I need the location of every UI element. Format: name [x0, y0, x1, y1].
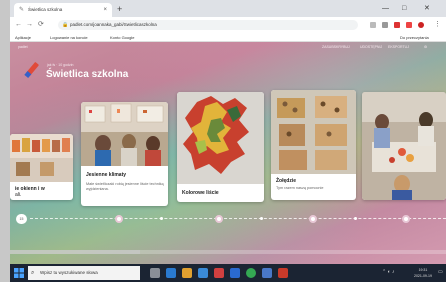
post-subtitle: ali.: [15, 192, 22, 198]
timeline-dot[interactable]: [115, 215, 123, 223]
extension-icon[interactable]: [370, 22, 376, 28]
subscribe-button[interactable]: ZASUBSKRYBUJ: [322, 45, 350, 50]
close-tab-icon[interactable]: ×: [103, 3, 107, 17]
post-image: [10, 134, 73, 182]
timeline: 15: [10, 214, 446, 224]
post-image: [362, 92, 446, 200]
timeline-dot[interactable]: [215, 215, 223, 223]
post-title: Jesienne klimaty: [86, 172, 127, 178]
post-card[interactable]: [362, 92, 446, 200]
clock[interactable]: 19:31 2021-09-19: [414, 267, 432, 279]
timeline-dot[interactable]: [402, 215, 410, 223]
post-card[interactable]: Jesienne klimaty Małe świetliczaki robią…: [81, 102, 168, 206]
bookmark-google[interactable]: Konto Google: [110, 33, 134, 42]
tab-active[interactable]: ✎ Świetlica szkolna ×: [14, 3, 112, 17]
post-title: Żołędzie: [276, 178, 297, 184]
post-card[interactable]: ie okienn i w ali.: [10, 134, 73, 200]
post-image: [81, 102, 168, 166]
address-bar: ← → ⟳ 🔒 padlet.com/joannaka_gabi/Swietli…: [10, 17, 446, 33]
post-title: Kolorowe liście: [182, 190, 219, 196]
tab-bar: ✎ Świetlica szkolna × + — □ ✕: [10, 0, 446, 17]
timeline-tick: [354, 217, 357, 220]
timeline-start[interactable]: 15: [16, 214, 27, 224]
board-author: jak fs · 10 godzin: [47, 63, 74, 67]
store-icon[interactable]: [198, 268, 208, 278]
notification-icon[interactable]: ▭: [438, 269, 443, 275]
padlet-board: padlet ZASUBSKRYBUJ UDOSTĘPNIJ EKSPORTUJ…: [10, 42, 446, 264]
profile-avatar[interactable]: [418, 22, 424, 28]
horizontal-scrollbar[interactable]: [10, 250, 446, 254]
mail-icon[interactable]: [230, 268, 240, 278]
post-image: [271, 90, 356, 174]
new-tab-button[interactable]: +: [117, 2, 122, 16]
clock-date: 2021-09-19: [414, 274, 432, 278]
search-icon: ⌕: [31, 270, 35, 276]
lock-icon: 🔒: [62, 22, 69, 28]
post-image: [177, 92, 264, 184]
padlet-brand[interactable]: padlet: [18, 45, 28, 50]
url-text: padlet.com/joannaka_gabi/Swietlicaszkoln…: [70, 22, 157, 27]
windows-start-icon[interactable]: [14, 268, 24, 278]
browser-window: ✎ Świetlica szkolna × + — □ ✕ ← → ⟳ 🔒 pa…: [10, 0, 446, 282]
minimize-button[interactable]: —: [382, 0, 389, 17]
url-field[interactable]: 🔒 padlet.com/joannaka_gabi/Swietlicaszko…: [58, 20, 358, 30]
post-card[interactable]: Żołędzie Tym razem naszą pomocnie: [271, 90, 356, 200]
close-window-button[interactable]: ✕: [424, 0, 430, 17]
menu-icon[interactable]: ⋮: [434, 17, 441, 33]
extension-icon[interactable]: [394, 22, 400, 28]
reload-icon[interactable]: ⟳: [38, 17, 44, 33]
extension-icon[interactable]: [382, 22, 388, 28]
pencil-logo-icon: [24, 62, 39, 79]
extension-icon[interactable]: [406, 22, 412, 28]
tab-title: Świetlica szkolna: [28, 7, 63, 12]
apps-bookmark[interactable]: Aplikacje: [15, 33, 31, 42]
word-icon[interactable]: [262, 268, 272, 278]
timeline-tick: [260, 217, 263, 220]
tray-icons[interactable]: ⌃ ◐ ♪: [382, 269, 395, 275]
app-icon[interactable]: [214, 268, 224, 278]
taskbar: ⌕ Wpisz tu wyszukiwane słowa ⌃ ◐ ♪ 19:31…: [10, 264, 446, 282]
timeline-line: [30, 218, 446, 219]
bookmark-login[interactable]: Logowanie na koncie: [50, 33, 88, 42]
bookmarks-bar: Aplikacje Logowanie na koncie Konto Goog…: [10, 33, 446, 42]
task-view-icon[interactable]: [150, 268, 160, 278]
chrome-icon[interactable]: [246, 268, 256, 278]
post-card[interactable]: Kolorowe liście: [177, 92, 264, 202]
post-body: Małe świetliczaki robią jesienne liście …: [86, 182, 164, 191]
file-explorer-icon[interactable]: [182, 268, 192, 278]
share-button[interactable]: UDOSTĘPNIJ: [360, 45, 382, 50]
forward-icon[interactable]: →: [26, 17, 33, 33]
edge-icon[interactable]: [166, 268, 176, 278]
scrollbar-thumb[interactable]: [10, 250, 140, 254]
search-placeholder: Wpisz tu wyszukiwane słowa: [40, 270, 98, 275]
post-body: Tym razem naszą pomocnie: [276, 186, 324, 190]
timeline-tick: [160, 217, 163, 220]
export-button[interactable]: EKSPORTUJ: [388, 45, 409, 50]
pencil-icon: ✎: [19, 7, 25, 13]
settings-icon[interactable]: ⚙: [424, 45, 427, 50]
reading-list[interactable]: Do przeczytania: [400, 33, 429, 42]
timeline-dot[interactable]: [309, 215, 317, 223]
board-title: Świetlica szkolna: [46, 69, 129, 80]
taskbar-search[interactable]: ⌕ Wpisz tu wyszukiwane słowa: [28, 266, 140, 280]
pdf-icon[interactable]: [278, 268, 288, 278]
maximize-button[interactable]: □: [402, 0, 406, 17]
back-icon[interactable]: ←: [15, 17, 22, 33]
